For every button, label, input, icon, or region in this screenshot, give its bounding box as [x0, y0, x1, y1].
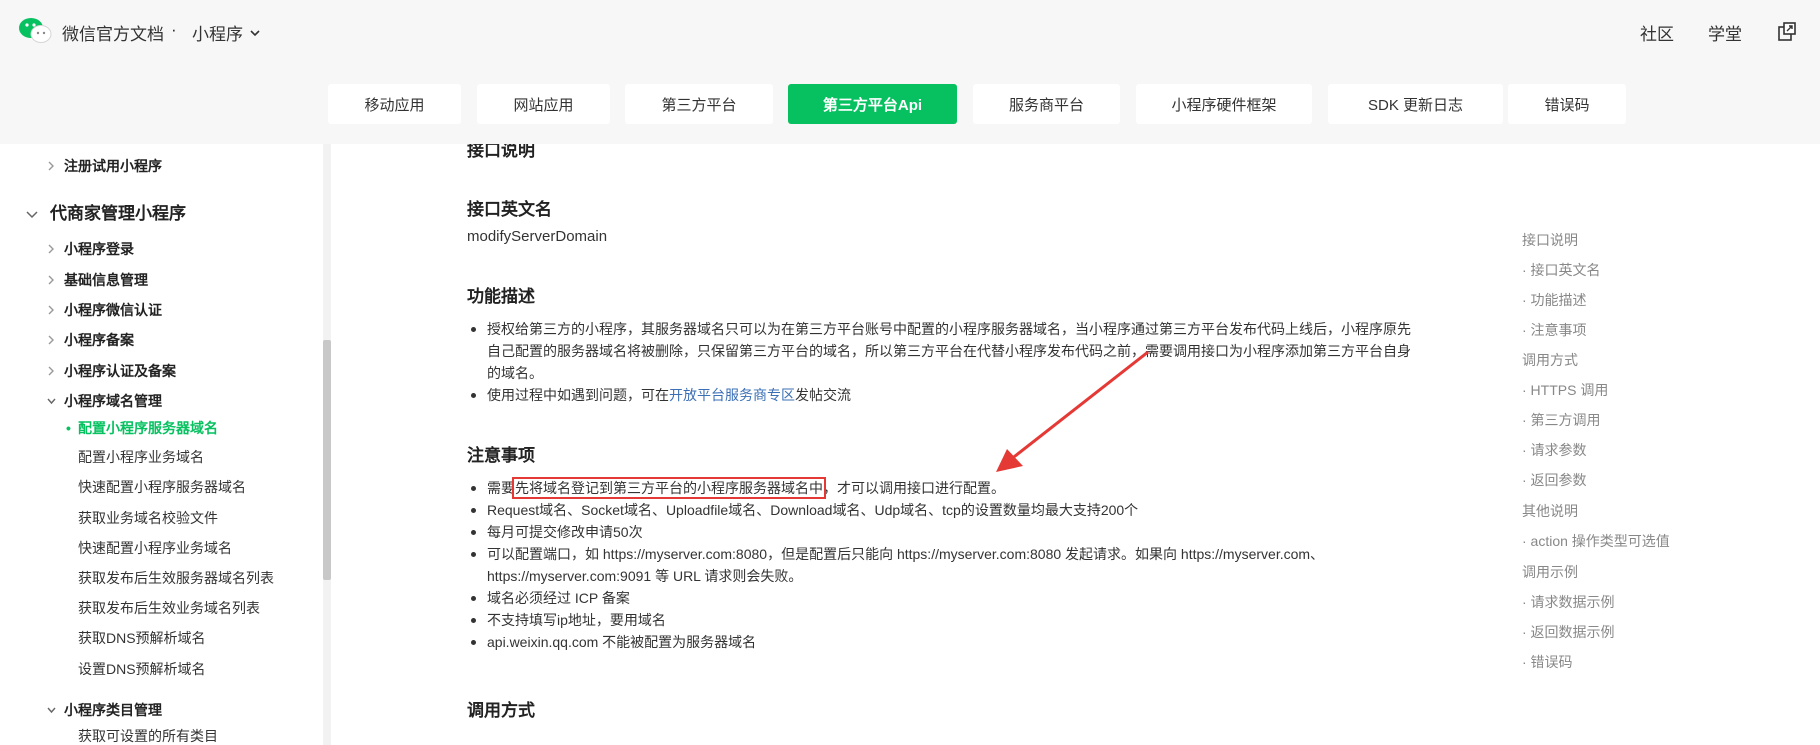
tab-mobile-app[interactable]: 移动应用 — [328, 84, 461, 124]
toc-item[interactable]: 其他说明 — [1522, 501, 1578, 521]
api-name-value: modifyServerDomain — [467, 228, 608, 245]
table-of-contents: 接口说明 · 接口英文名 · 功能描述 · 注意事项 调用方式 · HTTPS … — [1522, 144, 1802, 745]
sidebar-item-register-trial[interactable]: 注册试用小程序 — [48, 156, 162, 176]
sidebar-item-label: 注册试用小程序 — [64, 158, 162, 174]
sidebar-item-label: 小程序登录 — [64, 241, 134, 257]
toc-item[interactable]: · 错误码 — [1522, 652, 1573, 672]
chevron-down-icon — [47, 707, 56, 714]
sidebar-sub-verify-file[interactable]: 获取业务域名校验文件 — [78, 508, 218, 528]
sidebar-item-label: 小程序类目管理 — [64, 702, 162, 718]
section-heading-interface-desc: 接口说明 — [467, 144, 535, 160]
list-item: 需要先将域名登记到第三方平台的小程序服务器域名中，才可以调用接口进行配置。 — [467, 477, 1427, 499]
chevron-right-icon — [48, 244, 54, 254]
brand-separator: · — [171, 20, 177, 39]
sidebar-item-wechat-verify[interactable]: 小程序微信认证 — [48, 300, 162, 320]
tab-website-app[interactable]: 网站应用 — [477, 84, 610, 124]
list-item: 授权给第三方的小程序，其服务器域名只可以为在第三方平台账号中配置的小程序服务器域… — [467, 318, 1427, 384]
sidebar-item-login[interactable]: 小程序登录 — [48, 239, 134, 259]
top-header: 微信官方文档 · 小程序 社区 学堂 — [0, 0, 1820, 64]
academy-link[interactable]: 学堂 — [1708, 20, 1742, 45]
tab-third-party-api[interactable]: 第三方平台Api — [788, 84, 957, 124]
description-list: 授权给第三方的小程序，其服务器域名只可以为在第三方平台账号中配置的小程序服务器域… — [467, 318, 1427, 406]
category-tabs: 移动应用 网站应用 第三方平台 第三方平台Api 服务商平台 小程序硬件框架 S… — [0, 64, 1820, 144]
sidebar-item-filing[interactable]: 小程序备案 — [48, 330, 134, 350]
highlighted-text: 先将域名登记到第三方平台的小程序服务器域名中 — [512, 477, 826, 499]
community-link[interactable]: 社区 — [1640, 20, 1674, 45]
list-item: 域名必须经过 ICP 备案 — [467, 587, 1427, 609]
list-item: 可以配置端口，如 https://myserver.com:8080，但是配置后… — [467, 543, 1427, 587]
sidebar-item-verify-filing[interactable]: 小程序认证及备案 — [48, 361, 176, 381]
toc-item[interactable]: · 返回参数 — [1522, 470, 1587, 490]
sidebar-sub-set-dns[interactable]: 设置DNS预解析域名 — [78, 659, 206, 679]
toc-item[interactable]: 调用方式 — [1522, 350, 1578, 370]
toc-item[interactable]: 调用示例 — [1522, 562, 1578, 582]
header-links: 社区 学堂 — [1640, 0, 1820, 64]
toc-item[interactable]: · 注意事项 — [1522, 320, 1587, 340]
list-item: api.weixin.qq.com 不能被配置为服务器域名 — [467, 631, 1427, 653]
tab-third-party-platform[interactable]: 第三方平台 — [625, 84, 773, 124]
chevron-down-icon — [47, 398, 56, 405]
heading-call-method: 调用方式 — [467, 701, 535, 720]
heading-description: 功能描述 — [467, 287, 535, 306]
sidebar-item-label: 小程序备案 — [64, 332, 134, 348]
sidebar-scrollbar-thumb[interactable] — [323, 340, 331, 580]
sidebar-sub-effective-business-list[interactable]: 获取发布后生效业务域名列表 — [78, 598, 260, 618]
toc-item[interactable]: · 功能描述 — [1522, 290, 1587, 310]
external-window-icon[interactable] — [1776, 21, 1798, 43]
toc-item[interactable]: · HTTPS 调用 — [1522, 380, 1608, 400]
tab-hardware-framework[interactable]: 小程序硬件框架 — [1136, 84, 1312, 124]
doc-content: 接口说明 接口英文名 modifyServerDomain 功能描述 授权给第三… — [331, 144, 1461, 745]
sidebar-item-label: 小程序域名管理 — [64, 393, 162, 409]
chevron-right-icon — [48, 335, 54, 345]
list-item: 不支持填写ip地址，要用域名 — [467, 609, 1427, 631]
toc-item[interactable]: · 返回数据示例 — [1522, 622, 1615, 642]
chevron-right-icon — [48, 161, 54, 171]
heading-api-name: 接口英文名 — [467, 200, 552, 219]
list-item: Request域名、Socket域名、Uploadfile域名、Download… — [467, 499, 1427, 521]
tab-sdk-changelog[interactable]: SDK 更新日志 — [1328, 84, 1503, 124]
left-sidebar: 注册试用小程序 代商家管理小程序 小程序登录 基础信息管理 小程序微信认证 小程… — [0, 144, 331, 745]
sidebar-item-basic-info[interactable]: 基础信息管理 — [48, 270, 148, 290]
notes-list: 需要先将域名登记到第三方平台的小程序服务器域名中，才可以调用接口进行配置。 Re… — [467, 477, 1427, 653]
sidebar-sub-config-server-domain[interactable]: 配置小程序服务器域名 — [66, 418, 218, 438]
sidebar-sub-quick-business-domain[interactable]: 快速配置小程序业务域名 — [78, 538, 232, 558]
chevron-right-icon — [48, 366, 54, 376]
product-selector[interactable]: 小程序 — [192, 20, 261, 45]
list-item: 使用过程中如遇到问题，可在开放平台服务商专区发帖交流 — [467, 384, 1427, 406]
chevron-right-icon — [48, 305, 54, 315]
sidebar-sub-effective-server-list[interactable]: 获取发布后生效服务器域名列表 — [78, 568, 274, 588]
service-provider-zone-link[interactable]: 开放平台服务商专区 — [669, 387, 795, 403]
tab-error-codes[interactable]: 错误码 — [1508, 84, 1626, 124]
toc-item[interactable]: · 请求参数 — [1522, 440, 1587, 460]
sidebar-group-merchant-management[interactable]: 代商家管理小程序 — [26, 202, 186, 226]
list-item: 每月可提交修改申请50次 — [467, 521, 1427, 543]
sidebar-item-label: 小程序微信认证 — [64, 302, 162, 318]
sidebar-item-label: 小程序认证及备案 — [64, 363, 176, 379]
sidebar-sub-config-business-domain[interactable]: 配置小程序业务域名 — [78, 447, 204, 467]
sidebar-sub-quick-server-domain[interactable]: 快速配置小程序服务器域名 — [78, 477, 246, 497]
sidebar-sub-get-dns[interactable]: 获取DNS预解析域名 — [78, 628, 206, 648]
toc-item[interactable]: · 第三方调用 — [1522, 410, 1601, 430]
toc-item[interactable]: 接口说明 — [1522, 230, 1578, 250]
sidebar-item-domain-management[interactable]: 小程序域名管理 — [47, 391, 162, 411]
product-label: 小程序 — [192, 25, 243, 44]
sidebar-sub-all-categories[interactable]: 获取可设置的所有类目 — [78, 726, 218, 745]
heading-notes: 注意事项 — [467, 446, 535, 465]
sidebar-group-label: 代商家管理小程序 — [50, 204, 186, 223]
toc-item[interactable]: · action 操作类型可选值 — [1522, 531, 1670, 551]
toc-item[interactable]: · 接口英文名 — [1522, 260, 1601, 280]
chevron-down-icon — [250, 29, 260, 36]
brand-title[interactable]: 微信官方文档 — [62, 20, 164, 45]
sidebar-item-label: 基础信息管理 — [64, 272, 148, 288]
tab-service-provider[interactable]: 服务商平台 — [973, 84, 1120, 124]
chevron-down-icon — [26, 211, 38, 219]
sidebar-item-category-management[interactable]: 小程序类目管理 — [47, 700, 162, 720]
chevron-right-icon — [48, 275, 54, 285]
toc-item[interactable]: · 请求数据示例 — [1522, 592, 1615, 612]
wechat-logo-icon[interactable] — [18, 16, 52, 44]
